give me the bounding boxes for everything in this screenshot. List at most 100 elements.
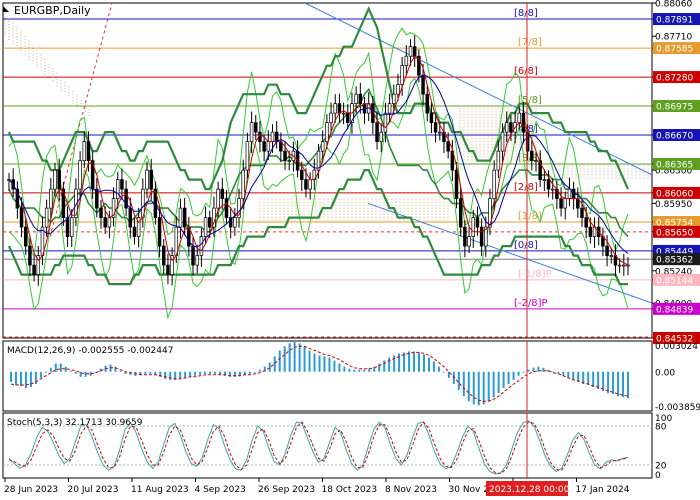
macd-histogram-bar xyxy=(457,371,460,391)
price-label-text: 0.85362 xyxy=(656,256,693,266)
macd-histogram-bar xyxy=(49,367,52,372)
candle-body xyxy=(408,46,413,57)
macd-histogram-bar xyxy=(19,371,22,386)
macd-axis-tick-label: -0.003859 xyxy=(655,403,700,413)
time-axis-tick-label: 4 Sep 2023 xyxy=(195,485,246,495)
candle-body xyxy=(333,103,337,114)
time-axis-tick-label: 8 Nov 2023 xyxy=(385,485,437,495)
candle-body xyxy=(421,74,425,95)
price-axis-tick-label: 0.87710 xyxy=(655,33,692,43)
macd-histogram-bar xyxy=(248,371,251,374)
candle-body xyxy=(429,112,434,123)
macd-histogram-bar xyxy=(273,356,276,372)
macd-histogram-bar xyxy=(607,371,610,394)
macd-histogram-bar xyxy=(39,371,42,378)
macd-histogram-bar xyxy=(303,346,306,372)
candle-body xyxy=(509,122,513,133)
candle-body xyxy=(78,160,82,190)
macd-histogram-bar xyxy=(437,366,440,372)
macd-histogram-bar xyxy=(298,343,301,372)
candle-body xyxy=(375,122,379,142)
candle-body xyxy=(329,112,333,123)
candle-body xyxy=(224,198,229,218)
candle-body xyxy=(300,169,304,180)
candle-body xyxy=(605,245,609,256)
macd-histogram-bar xyxy=(383,360,386,372)
macd-histogram-bar xyxy=(184,371,187,378)
macd-axis-tick-label: 0.003024 xyxy=(655,342,698,352)
candle-body xyxy=(534,160,538,162)
macd-histogram-bar xyxy=(467,371,470,402)
candle-body xyxy=(86,141,91,161)
candle-body xyxy=(178,207,183,228)
macd-histogram-bar xyxy=(194,371,197,376)
stoch-label: Stoch(5,3,3) 32.1713 30.9659 xyxy=(7,418,143,428)
candle-body xyxy=(337,103,342,114)
macd-histogram-bar xyxy=(214,371,217,374)
macd-histogram-bar xyxy=(333,360,336,372)
macd-histogram-bar xyxy=(24,371,27,389)
macd-histogram-bar xyxy=(343,366,346,372)
macd-histogram-bar xyxy=(517,371,520,376)
stoch-axis-tick-label: 20 xyxy=(655,462,667,472)
candle-body xyxy=(128,207,133,228)
macd-histogram-bar xyxy=(179,371,182,379)
candle-body xyxy=(622,264,626,267)
price-label-text: 0.86060 xyxy=(656,189,693,199)
macd-histogram-bar xyxy=(492,371,495,398)
candle-body xyxy=(341,112,346,115)
macd-histogram-bar xyxy=(358,369,361,372)
price-axis-tick-label: 0.88060 xyxy=(655,0,692,10)
candle-body xyxy=(425,93,429,114)
macd-histogram-bar xyxy=(308,350,311,372)
candle-body xyxy=(463,226,467,247)
crosshair-date-label: 2023.12.28 00:00 xyxy=(489,485,570,495)
candle-body xyxy=(233,217,237,228)
time-axis-tick-label: 28 Jun 2023 xyxy=(4,485,58,495)
macd-histogram-bar xyxy=(288,343,291,372)
candle-body xyxy=(266,141,271,152)
macd-histogram-bar xyxy=(378,363,381,372)
candle-body xyxy=(65,217,70,237)
candle-body xyxy=(23,226,28,247)
candle-body xyxy=(95,188,99,209)
macd-histogram-bar xyxy=(204,371,207,374)
macd-histogram-bar xyxy=(442,371,445,373)
macd-histogram-bar xyxy=(74,371,77,374)
macd-histogram-bar xyxy=(522,371,525,373)
candle-body xyxy=(132,226,137,237)
candle-body xyxy=(517,112,522,123)
murrey-level-label: [-2/8]P xyxy=(514,298,548,309)
macd-histogram-bar xyxy=(169,371,172,380)
candle-body xyxy=(325,122,329,142)
price-label-text: 0.85144 xyxy=(656,276,693,286)
macd-histogram-bar xyxy=(427,357,430,372)
candle-body xyxy=(500,131,505,152)
candle-body xyxy=(563,198,568,209)
macd-histogram-bar xyxy=(422,354,425,372)
candle-body xyxy=(182,207,187,228)
macd-histogram-bar xyxy=(268,362,271,372)
candle-body xyxy=(308,179,312,190)
macd-histogram-bar xyxy=(363,369,366,372)
candle-body xyxy=(287,160,291,162)
time-axis-tick-label: 11 Aug 2023 xyxy=(131,485,189,495)
candle-body xyxy=(115,179,120,199)
candle-body xyxy=(617,264,622,267)
macd-histogram-bar xyxy=(313,353,316,372)
macd-histogram-bar xyxy=(507,371,510,384)
macd-histogram-bar xyxy=(418,352,421,372)
macd-histogram-bar xyxy=(149,371,152,374)
candle-body xyxy=(203,217,208,237)
macd-histogram-bar xyxy=(338,363,341,372)
candle-body xyxy=(392,93,396,105)
stoch-axis-tick-label: 80 xyxy=(655,423,667,433)
macd-histogram-bar xyxy=(348,368,351,372)
macd-histogram-bar xyxy=(353,369,356,372)
macd-histogram-bar xyxy=(164,371,167,379)
murrey-level-label: [2/8] xyxy=(514,182,538,193)
candle-body xyxy=(320,141,325,152)
candle-body xyxy=(44,207,49,228)
candle-body xyxy=(199,236,204,256)
stoch-axis-tick-label: 0 xyxy=(655,471,661,481)
